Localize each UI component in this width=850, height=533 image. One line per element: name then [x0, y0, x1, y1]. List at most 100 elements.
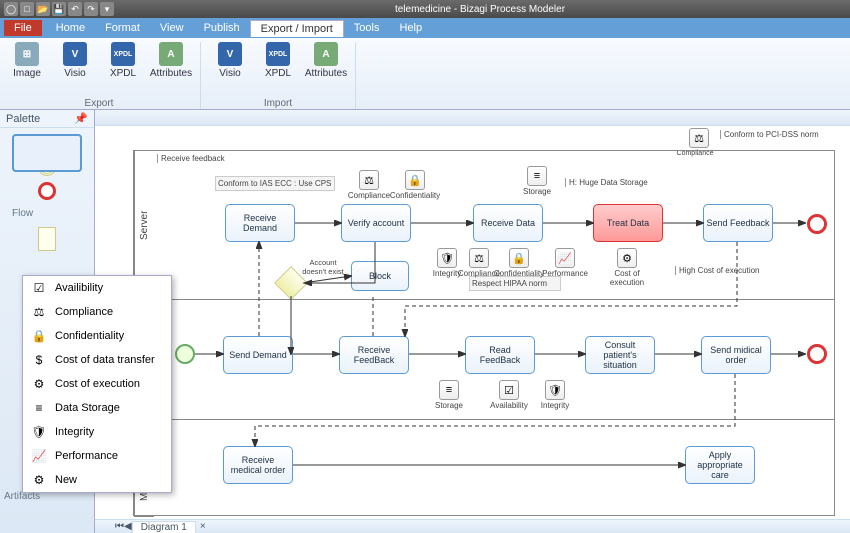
menu-format[interactable]: Format — [95, 20, 150, 36]
palette-title: Palette — [6, 113, 40, 125]
cm-cost-data-transfer[interactable]: $ Cost of data transfer — [23, 348, 171, 372]
artifact-compliance-srv[interactable]: ⚖ — [359, 170, 379, 190]
qat-open-icon[interactable]: 📂 — [36, 2, 50, 16]
task-receive-feedback-doc[interactable]: Receive FeedBack — [339, 336, 409, 374]
palette-header: Palette 📌 — [0, 110, 94, 128]
cm-performance[interactable]: 📈Performance — [23, 444, 171, 468]
app-icon[interactable]: ◯ — [4, 2, 18, 16]
cm-availability[interactable]: ☑Availibility — [23, 276, 171, 300]
artifact-storage-srv[interactable]: ≡ — [527, 166, 547, 186]
export-xpdl-button[interactable]: XPDLXPDL — [102, 42, 144, 96]
artifact-performance[interactable]: 📈 — [555, 248, 575, 268]
cm-cost-data-transfer-label: Cost of data transfer — [55, 354, 155, 366]
task-apply-appropriate-care[interactable]: Apply appropriate care — [685, 446, 755, 484]
menu-tools[interactable]: Tools — [344, 20, 390, 36]
start-event-doctor[interactable] — [175, 344, 195, 364]
cm-confidentiality[interactable]: 🔒Confidentiality — [23, 324, 171, 348]
qat-more-icon[interactable]: ▾ — [100, 2, 114, 16]
palette-subprocess-shape[interactable] — [12, 134, 82, 172]
import-visio-button[interactable]: VVisio — [209, 42, 251, 96]
task-send-demand[interactable]: Send Demand — [223, 336, 293, 374]
artifact-confidentiality-2[interactable]: 🔒 — [509, 248, 529, 268]
tab-nav-close-icon[interactable]: × — [200, 521, 206, 532]
task-receive-data[interactable]: Receive Data — [473, 204, 543, 242]
palette-flow-label: Flow — [6, 206, 39, 221]
cm-data-storage-label: Data Storage — [55, 402, 120, 414]
export-visio-button[interactable]: VVisio — [54, 42, 96, 96]
cm-cost-execution-label: Cost of execution — [55, 378, 140, 390]
diagram-canvas[interactable]: Conform to PCI-DSS norm ⚖ Compliance Ser… — [95, 126, 850, 519]
task-receive-medical-order[interactable]: Receive medical order — [223, 446, 293, 484]
cm-integrity-label: Integrity — [55, 426, 94, 438]
task-treat-data[interactable]: Treat Data — [593, 204, 663, 242]
ribbon-group-export: ⊞Image VVisio XPDLXPDL AAttributes Expor… — [6, 42, 201, 109]
menu-home[interactable]: Home — [46, 20, 95, 36]
end-event-doctor[interactable] — [807, 344, 827, 364]
diagram-tab[interactable]: Diagram 1 — [132, 521, 196, 533]
xpdl-icon: XPDL — [111, 42, 135, 66]
cm-cost-execution[interactable]: ⚙ Cost of execution — [23, 372, 171, 396]
import-attributes-button[interactable]: AAttributes — [305, 42, 347, 96]
import-xpdl-button[interactable]: XPDLXPDL — [257, 42, 299, 96]
cm-integrity[interactable]: 🛡Integrity — [23, 420, 171, 444]
money-icon: $ — [31, 352, 47, 368]
artifact-confidentiality-srv[interactable]: 🔒 — [405, 170, 425, 190]
task-read-feedback[interactable]: Read FeedBack — [465, 336, 535, 374]
cm-compliance[interactable]: ⚖ Compliance — [23, 300, 171, 324]
gear-icon: ⚙ — [31, 376, 47, 392]
end-event-server[interactable] — [807, 214, 827, 234]
menu-help[interactable]: Help — [389, 20, 432, 36]
qat-save-icon[interactable]: 💾 — [52, 2, 66, 16]
artifact-storage-srv-label: Storage — [509, 187, 565, 196]
artifact-compliance-2[interactable]: ⚖ — [469, 248, 489, 268]
attributes-icon: A — [159, 42, 183, 66]
menu-export-import[interactable]: Export / Import — [250, 20, 344, 37]
palette-pin-icon[interactable]: 📌 — [74, 112, 88, 125]
task-verify-account[interactable]: Verify account — [341, 204, 411, 242]
file-menu[interactable]: File — [4, 20, 42, 36]
artifact-confidentiality-srv-label: Confidentiality — [387, 191, 443, 200]
qat-redo-icon[interactable]: ↷ — [84, 2, 98, 16]
task-send-feedback[interactable]: Send Feedback — [703, 204, 773, 242]
artifact-compliance-top[interactable]: ⚖ — [689, 128, 709, 148]
canvas-area: Conform to PCI-DSS norm ⚖ Compliance Ser… — [95, 110, 850, 533]
palette-end-event-shape[interactable] — [38, 182, 56, 200]
cm-data-storage[interactable]: ≡Data Storage — [23, 396, 171, 420]
artifact-availability-doc[interactable]: ☑ — [499, 380, 519, 400]
annotation-high-cost: High Cost of execution — [675, 266, 760, 275]
task-block[interactable]: Block — [351, 261, 409, 291]
cm-availability-label: Availibility — [55, 282, 103, 294]
annotation-conform-ecc: Conform to IAS ECC : Use CPS — [215, 176, 335, 191]
menu-publish[interactable]: Publish — [194, 20, 250, 36]
attributes-icon: A — [314, 42, 338, 66]
artifact-cost-exec[interactable]: ⚙ — [617, 248, 637, 268]
tab-nav-first-icon[interactable]: ⏮ — [115, 521, 124, 532]
export-attributes-button[interactable]: AAttributes — [150, 42, 192, 96]
palette-data-object-shape[interactable] — [38, 227, 56, 251]
menu-view[interactable]: View — [150, 20, 194, 36]
compliance-icon: ⚖ — [31, 304, 47, 320]
annotation-respect-hipaa: Respect HIPAA norm — [469, 276, 561, 291]
artifact-integrity[interactable]: 🛡 — [437, 248, 457, 268]
diagram-tab-bar: ⏮ ◀ Diagram 1 × — [95, 519, 850, 533]
qat-undo-icon[interactable]: ↶ — [68, 2, 82, 16]
task-send-medical-order[interactable]: Send midical order — [701, 336, 771, 374]
cm-compliance-label: Compliance — [55, 306, 113, 318]
tab-nav-prev-icon[interactable]: ◀ — [124, 521, 132, 532]
annotation-huge-storage: H: Huge Data Storage — [565, 178, 648, 187]
import-group-label: Import — [209, 96, 347, 109]
cm-confidentiality-label: Confidentiality — [55, 330, 124, 342]
artifact-cost-exec-label: Cost of execution — [599, 269, 655, 287]
qat-new-icon[interactable]: □ — [20, 2, 34, 16]
task-consult-patient[interactable]: Consult patient's situation — [585, 336, 655, 374]
annotation-receive-feedback-top: Receive feedback — [157, 154, 225, 163]
artifact-integrity-doc[interactable]: 🛡 — [545, 380, 565, 400]
annotation-account-not-exist: Account doesn't exist — [299, 258, 347, 276]
palette-shapes: Flow — [0, 128, 94, 257]
window-title: telemedicine - Bizagi Process Modeler — [114, 4, 846, 15]
artifact-storage-doc[interactable]: ≡ — [439, 380, 459, 400]
canvas-ruler-top — [95, 110, 850, 126]
cm-new[interactable]: ⚙New — [23, 468, 171, 492]
export-image-button[interactable]: ⊞Image — [6, 42, 48, 96]
task-receive-demand[interactable]: Receive Demand — [225, 204, 295, 242]
